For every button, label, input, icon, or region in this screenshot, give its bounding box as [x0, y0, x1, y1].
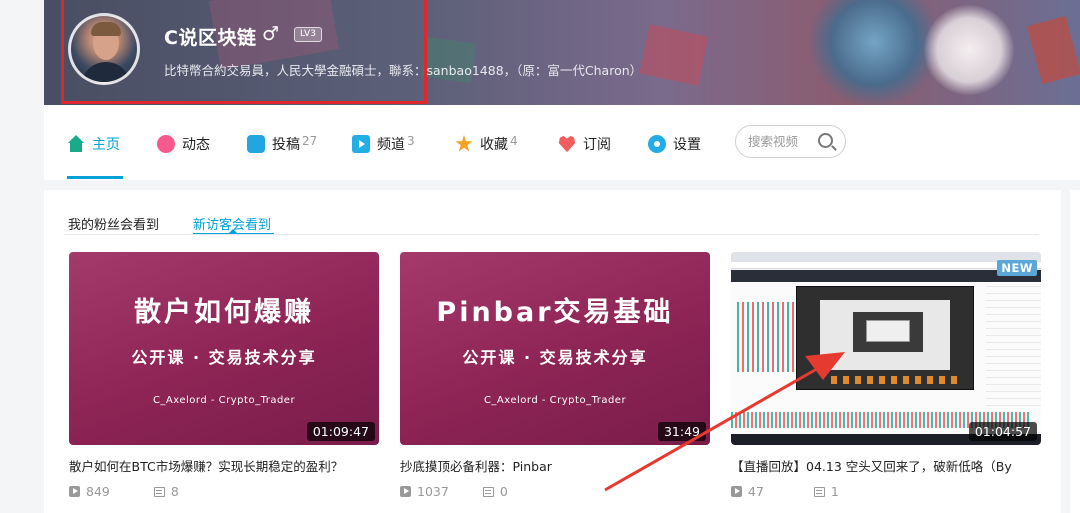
tab-dynamic[interactable]: 动态: [157, 133, 210, 155]
screenshot-toolbar: [731, 270, 1041, 282]
tab-home[interactable]: 主页: [67, 133, 120, 155]
video-thumbnail[interactable]: 散户如何爆赚 公开课 · 交易技术分享 C_Axelord - Crypto_T…: [69, 252, 379, 445]
screenshot-control-buttons: [831, 376, 961, 384]
video-card[interactable]: 散户如何爆赚 公开课 · 交易技术分享 C_Axelord - Crypto_T…: [69, 252, 379, 499]
tab-label: 频道: [377, 137, 405, 153]
danmaku-icon: [482, 486, 494, 497]
tab-label: 投稿: [272, 137, 300, 153]
banner-decoration: [639, 24, 709, 86]
thumbnail-subtitle: 公开课 · 交易技术分享: [462, 348, 648, 367]
annotation-highlight-box: [61, 0, 427, 104]
danmaku-count: 8: [170, 484, 179, 499]
favorite-icon: [455, 135, 473, 152]
tab-label: 动态: [182, 137, 210, 153]
tab-count: 3: [407, 134, 415, 148]
tab-settings[interactable]: 设置: [648, 133, 701, 155]
video-stats: 849 8: [69, 484, 379, 499]
tab-uploads[interactable]: 投稿 27: [247, 133, 317, 155]
thumbnail-title: 散户如何爆赚: [134, 297, 314, 328]
play-count: 47: [748, 484, 764, 499]
tab-subscriptions[interactable]: 订阅: [558, 133, 611, 155]
settings-icon: [648, 135, 666, 153]
tab-label: 收藏: [480, 137, 508, 153]
search-icon[interactable]: [818, 133, 833, 148]
banner-decoration: [1026, 15, 1080, 85]
video-stats: 1037 0: [400, 484, 710, 499]
active-subtab-indicator: [193, 229, 274, 234]
home-icon: [67, 135, 85, 153]
video-search-box: [735, 125, 846, 158]
thumbnail-title: Pinbar交易基础: [436, 297, 674, 328]
screenshot-nested-window: [866, 320, 910, 342]
new-badge: NEW: [997, 260, 1037, 276]
dynamic-icon: [157, 135, 175, 153]
tab-count: 27: [302, 134, 318, 148]
screenshot-url-bar: [731, 262, 1041, 269]
video-title[interactable]: 【直播回放】04.13 空头又回来了，破新低咯（By: [731, 456, 1041, 475]
thumbnail-subtitle: 公开课 · 交易技术分享: [131, 348, 317, 367]
danmaku-icon: [813, 486, 825, 497]
video-thumbnail[interactable]: Pinbar交易基础 公开课 · 交易技术分享 C_Axelord - Cryp…: [400, 252, 710, 445]
video-duration: 01:09:47: [306, 422, 375, 441]
screenshot-price-column: [986, 284, 1041, 412]
video-title[interactable]: 抄底摸顶必备利器：Pinbar: [400, 456, 710, 475]
play-count-icon: [400, 486, 411, 497]
video-stats: 47 1: [731, 484, 1041, 499]
thumbnail-author: C_Axelord - Crypto_Trader: [483, 395, 627, 406]
screenshot-browser-tabs: [731, 252, 1041, 262]
danmaku-count: 0: [499, 484, 508, 499]
tab-channels[interactable]: 频道 3: [352, 133, 415, 155]
video-title[interactable]: 散户如何在BTC市场爆赚？实现长期稳定的盈利？: [69, 456, 379, 475]
video-duration: 31:49: [657, 422, 706, 441]
right-edge-panel: [1070, 190, 1080, 513]
video-thumbnail[interactable]: NEW 01:04:57: [731, 252, 1041, 445]
screenshot-candlesticks: [737, 302, 797, 372]
play-count: 849: [86, 484, 110, 499]
thumbnail-author: C_Axelord - Crypto_Trader: [152, 395, 296, 406]
play-count-icon: [69, 486, 80, 497]
tab-label: 订阅: [583, 137, 611, 153]
tab-count: 4: [510, 134, 518, 148]
video-card[interactable]: Pinbar交易基础 公开课 · 交易技术分享 C_Axelord - Cryp…: [400, 252, 710, 499]
tab-label: 设置: [673, 137, 701, 153]
search-input[interactable]: [748, 134, 818, 149]
content-panel: 我的粉丝会看到 新访客会看到 散户如何爆赚 公开课 · 交易技术分享 C_Axe…: [44, 190, 1061, 513]
banner-character-illustration: [804, 0, 944, 105]
danmaku-icon: [153, 486, 165, 497]
divider: [64, 234, 1039, 235]
active-tab-indicator: [67, 176, 123, 179]
upload-icon: [247, 135, 265, 153]
subtab-fans-view[interactable]: 我的粉丝会看到: [68, 214, 159, 233]
banner-plush-illustration: [924, 5, 1014, 95]
subscribe-icon: [558, 135, 576, 153]
video-duration: 01:04:57: [968, 422, 1037, 441]
video-card[interactable]: NEW 01:04:57 【直播回放】04.13 空头又回来了，破新低咯（By …: [731, 252, 1041, 499]
channel-icon: [352, 135, 370, 153]
play-count-icon: [731, 486, 742, 497]
danmaku-count: 1: [830, 484, 839, 499]
play-count: 1037: [417, 484, 449, 499]
tab-favorites[interactable]: 收藏 4: [455, 133, 518, 155]
profile-nav-bar: 主页 动态 投稿 27 频道 3 收藏 4 订阅 设置: [44, 105, 1080, 180]
tab-label: 主页: [92, 137, 120, 153]
page-root: C说区块链 ♂ LV3 比特幣合約交易員，人民大學金融碩士，聯系：sanbao1…: [0, 0, 1080, 513]
